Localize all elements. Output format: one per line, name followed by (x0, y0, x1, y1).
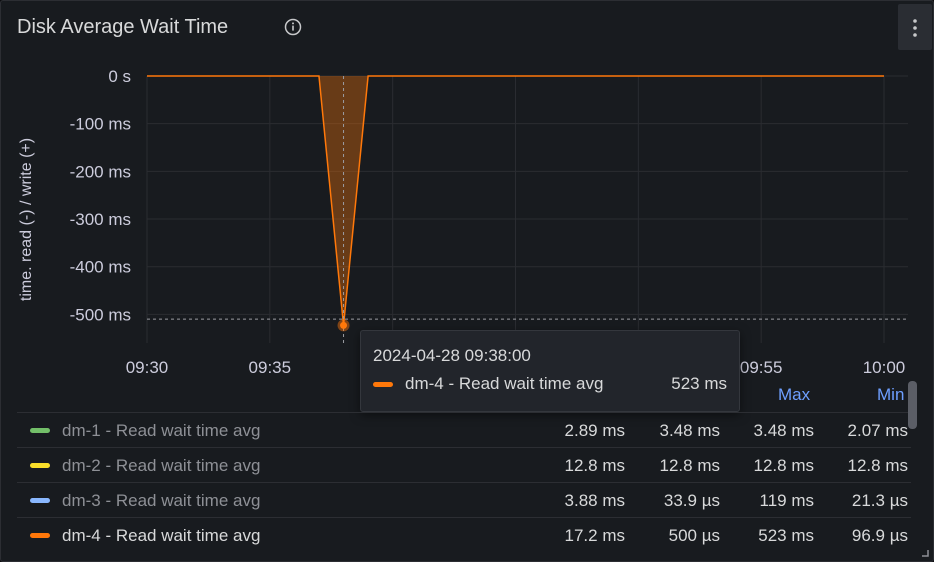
legend-header-max[interactable]: Max (778, 385, 810, 405)
tooltip: 2024-04-28 09:38:00 dm-4 - Read wait tim… (360, 330, 740, 412)
hover-point (340, 321, 348, 329)
legend-swatch (30, 428, 50, 433)
legend-value: 12.8 ms (659, 456, 720, 475)
y-tick-label: -400 ms (70, 258, 131, 277)
y-tick-label: -500 ms (70, 305, 131, 324)
legend-header-min[interactable]: Min (877, 385, 904, 405)
y-axis-label: time. read (-) / write (+) (18, 138, 35, 301)
tooltip-series-name: dm-4 - Read wait time avg (405, 374, 604, 393)
y-tick-label: -100 ms (70, 115, 131, 134)
x-tick-label: 09:55 (740, 358, 783, 377)
legend-value: 17.2 ms (564, 526, 625, 545)
legend-value: 96.9 µs (851, 526, 908, 545)
legend-value: 12.8 ms (847, 456, 908, 475)
x-tick-label: 09:30 (126, 358, 169, 377)
legend-swatch (30, 533, 50, 538)
legend-row[interactable]: dm-4 - Read wait time avg 17.2 ms 500 µs… (17, 517, 911, 553)
legend-swatch (30, 498, 50, 503)
legend-swatch (30, 463, 50, 468)
tooltip-series-swatch (373, 382, 393, 387)
legend-row[interactable]: dm-3 - Read wait time avg 3.88 ms 33.9 µ… (17, 482, 911, 518)
legend-row[interactable]: dm-2 - Read wait time avg 12.8 ms 12.8 m… (17, 447, 911, 483)
tooltip-time: 2024-04-28 09:38:00 (373, 346, 531, 365)
legend-value: 2.89 ms (564, 421, 625, 440)
legend-value: 12.8 ms (564, 456, 625, 475)
legend-value: 3.88 ms (564, 491, 625, 510)
y-tick-label: 0 s (108, 67, 131, 86)
legend-series-name[interactable]: dm-4 - Read wait time avg (62, 526, 260, 546)
x-tick-label: 10:00 (863, 358, 906, 377)
y-tick-label: -300 ms (70, 210, 131, 229)
resize-handle-icon[interactable] (921, 549, 929, 557)
x-tick-label: 09:35 (249, 358, 292, 377)
panel: Disk Average Wait Time 0 s -100 ms -200 ms… (0, 0, 934, 562)
tooltip-value: 523 ms (671, 374, 727, 393)
legend-value: 12.8 ms (753, 456, 814, 475)
legend-series-name[interactable]: dm-3 - Read wait time avg (62, 491, 260, 511)
legend-series-name[interactable]: dm-2 - Read wait time avg (62, 456, 260, 476)
legend-row[interactable]: dm-1 - Read wait time avg 2.89 ms 3.48 m… (17, 412, 911, 448)
legend-value: 21.3 µs (851, 491, 908, 510)
legend-scrollbar[interactable] (908, 381, 917, 429)
legend-value: 500 µs (668, 526, 720, 545)
y-tick-label: -200 ms (70, 162, 131, 181)
legend-value: 119 ms (759, 491, 815, 510)
legend-value: 2.07 ms (847, 421, 908, 440)
legend-value: 523 ms (758, 526, 814, 545)
legend-series-name[interactable]: dm-1 - Read wait time avg (62, 421, 260, 441)
legend-value: 3.48 ms (659, 421, 720, 440)
legend-value: 33.9 µs (663, 491, 720, 510)
legend-value: 3.48 ms (753, 421, 814, 440)
